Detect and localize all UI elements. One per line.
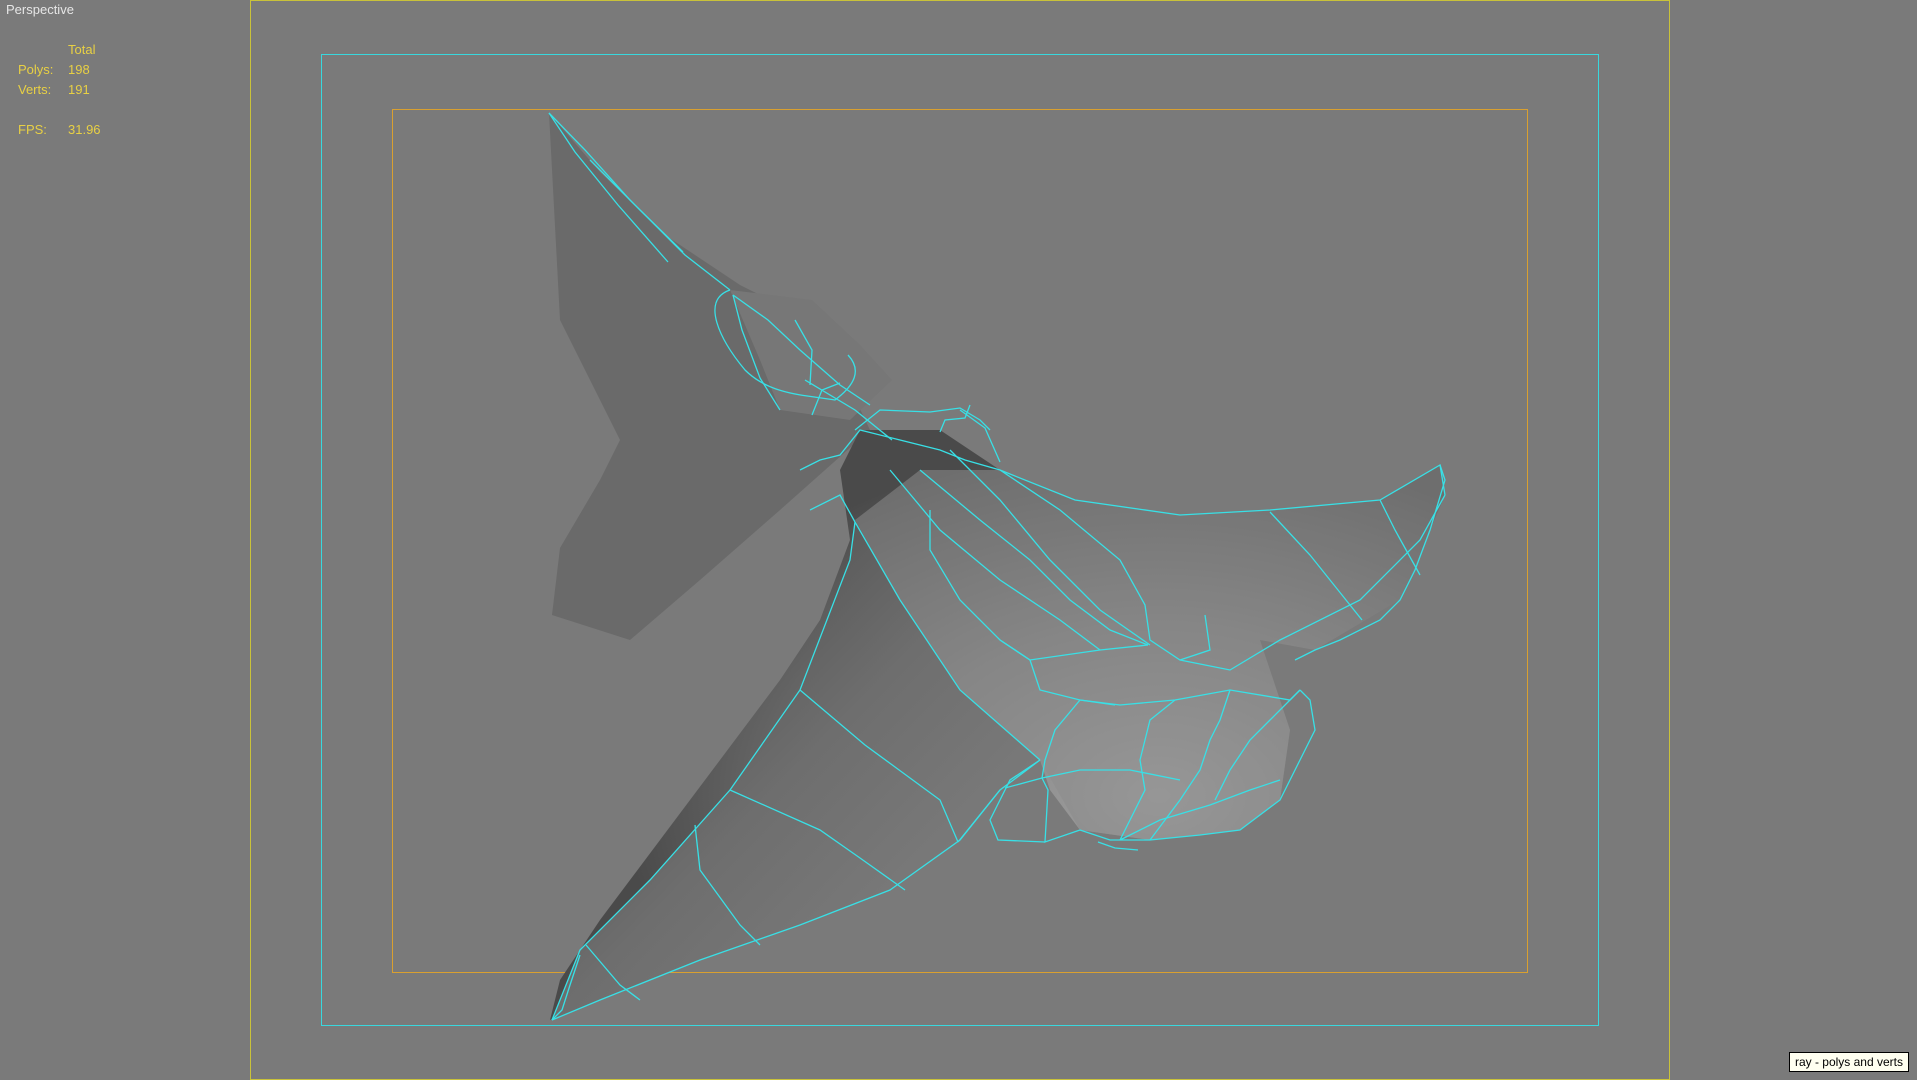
manta-ray-mesh[interactable]: [0, 0, 1917, 1080]
tooltip: ray - polys and verts: [1788, 1052, 1909, 1072]
perspective-viewport[interactable]: Perspective Total Polys: 198 Verts: 191 …: [0, 0, 1917, 1080]
mesh-surface: [549, 113, 1445, 1020]
